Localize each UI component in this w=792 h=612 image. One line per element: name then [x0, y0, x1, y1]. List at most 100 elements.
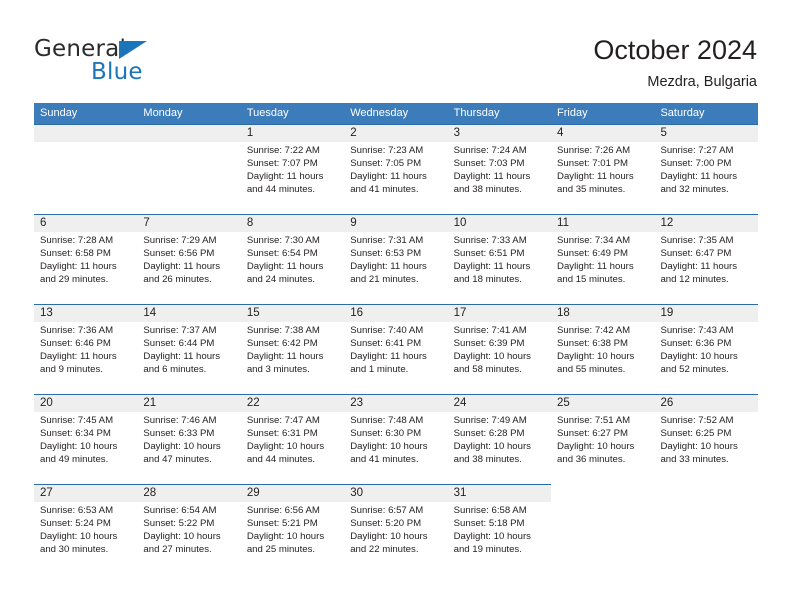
sunset-text: Sunset: 6:51 PM: [453, 247, 525, 259]
calendar-cell-empty: [551, 484, 655, 574]
daylight-text: Daylight: 11 hours and 26 minutes.: [143, 260, 221, 285]
calendar-day-cell[interactable]: 27 Sunrise: 6:53 AM Sunset: 5:24 PM Dayligh…: [34, 484, 138, 574]
sunset-text: Sunset: 6:42 PM: [246, 337, 318, 349]
sunrise-text: Sunrise: 7:24 AM: [453, 145, 527, 156]
sunrise-text: Sunrise: 7:35 AM: [660, 235, 734, 246]
calendar-day-cell[interactable]: 31 Sunrise: 6:58 AM Sunset: 5:18 PM Dayligh…: [447, 484, 552, 574]
daylight-text: Daylight: 10 hours and 25 minutes.: [246, 530, 325, 555]
calendar-week-row: 6 Sunrise: 7:28 AM Sunset: 6:58 PM Daylight…: [34, 214, 758, 304]
calendar-day-cell[interactable]: 26 Sunrise: 7:52 AM Sunset: 6:25 PM Dayligh…: [654, 394, 758, 484]
calendar-day-cell[interactable]: 23 Sunrise: 7:48 AM Sunset: 6:30 PM Dayligh…: [344, 394, 448, 484]
day-number: 4: [551, 125, 655, 142]
sunset-text: Sunset: 6:38 PM: [557, 337, 628, 349]
calendar-day-cell[interactable]: 12 Sunrise: 7:35 AM Sunset: 6:47 PM Dayligh…: [654, 214, 758, 304]
daylight-text: Daylight: 10 hours and 38 minutes.: [453, 440, 531, 465]
sunrise-text: Sunrise: 7:34 AM: [557, 235, 631, 246]
sunset-text: Sunset: 6:30 PM: [350, 427, 422, 439]
daylight-text: Daylight: 11 hours and 44 minutes.: [246, 170, 324, 195]
sunset-text: Sunset: 6:53 PM: [350, 247, 422, 259]
calendar-day-cell[interactable]: 29 Sunrise: 6:56 AM Sunset: 5:21 PM Dayligh…: [240, 484, 345, 574]
sunrise-text: Sunrise: 7:42 AM: [557, 325, 631, 336]
calendar-day-cell[interactable]: 9 Sunrise: 7:31 AM Sunset: 6:53 PM Daylight…: [344, 214, 448, 304]
day-number: 19: [654, 305, 758, 322]
calendar-day-cell[interactable]: 4 Sunrise: 7:26 AM Sunset: 7:01 PM Daylight…: [551, 124, 655, 214]
sunrise-text: Sunrise: 6:56 AM: [246, 505, 320, 516]
day-sun-info: Sunrise: 7:22 AM Sunset: 7:07 PM Daylight:…: [241, 142, 344, 197]
calendar-weeks: 1 Sunrise: 7:22 AM Sunset: 7:07 PM Daylight…: [34, 124, 758, 574]
calendar-day-cell[interactable]: 14 Sunrise: 7:37 AM Sunset: 6:44 PM Dayligh…: [137, 304, 241, 394]
day-number: 31: [447, 485, 552, 502]
calendar-day-cell[interactable]: 8 Sunrise: 7:30 AM Sunset: 6:54 PM Daylight…: [240, 214, 345, 304]
day-sun-info: Sunrise: 7:48 AM Sunset: 6:30 PM Daylight:…: [344, 412, 447, 467]
day-number: 6: [34, 215, 138, 232]
day-sun-info: Sunrise: 7:41 AM Sunset: 6:39 PM Daylight:…: [448, 322, 551, 377]
daylight-text: Daylight: 10 hours and 19 minutes.: [453, 530, 531, 555]
calendar-day-cell[interactable]: 16 Sunrise: 7:40 AM Sunset: 6:41 PM Dayligh…: [344, 304, 448, 394]
weekday-header-wednesday: Wednesday: [350, 107, 409, 119]
weekday-header-monday: Monday: [143, 107, 183, 119]
sunset-text: Sunset: 6:31 PM: [246, 427, 318, 439]
day-sun-info: Sunrise: 7:26 AM Sunset: 7:01 PM Daylight:…: [551, 142, 654, 197]
day-sun-info: Sunrise: 7:46 AM Sunset: 6:33 PM Daylight:…: [137, 412, 240, 467]
calendar-day-cell[interactable]: 30 Sunrise: 6:57 AM Sunset: 5:20 PM Dayligh…: [344, 484, 448, 574]
day-sun-info: Sunrise: 7:52 AM Sunset: 6:25 PM Daylight:…: [654, 412, 757, 467]
sunrise-text: Sunrise: 6:58 AM: [453, 505, 527, 516]
calendar-day-cell[interactable]: 18 Sunrise: 7:42 AM Sunset: 6:38 PM Dayligh…: [551, 304, 655, 394]
calendar-day-cell[interactable]: 19 Sunrise: 7:43 AM Sunset: 6:36 PM Dayligh…: [654, 304, 758, 394]
calendar-day-cell[interactable]: 15 Sunrise: 7:38 AM Sunset: 6:42 PM Dayligh…: [240, 304, 345, 394]
calendar-day-cell[interactable]: 17 Sunrise: 7:41 AM Sunset: 6:39 PM Dayligh…: [447, 304, 552, 394]
calendar-day-cell[interactable]: 20 Sunrise: 7:45 AM Sunset: 6:34 PM Dayligh…: [34, 394, 138, 484]
sunset-text: Sunset: 6:54 PM: [246, 247, 318, 259]
sunset-text: Sunset: 6:36 PM: [660, 337, 732, 349]
sunrise-text: Sunrise: 7:36 AM: [40, 325, 114, 336]
daylight-text: Daylight: 10 hours and 44 minutes.: [246, 440, 325, 465]
day-sun-info: Sunrise: 7:30 AM Sunset: 6:54 PM Daylight:…: [241, 232, 344, 287]
logo-text-blue: Blue: [91, 59, 143, 85]
day-number: 28: [137, 485, 241, 502]
page-title: October 2024: [593, 35, 757, 65]
calendar-day-cell[interactable]: 22 Sunrise: 7:47 AM Sunset: 6:31 PM Dayligh…: [240, 394, 345, 484]
calendar-day-cell[interactable]: 10 Sunrise: 7:33 AM Sunset: 6:51 PM Dayligh…: [447, 214, 552, 304]
day-number: 24: [447, 395, 552, 412]
calendar-page: General Blue October 2024 Mezdra, Bulgar…: [0, 0, 792, 612]
calendar-day-cell[interactable]: 25 Sunrise: 7:51 AM Sunset: 6:27 PM Dayligh…: [551, 394, 655, 484]
calendar-day-cell[interactable]: 2 Sunrise: 7:23 AM Sunset: 7:05 PM Daylight…: [344, 124, 448, 214]
day-number: 2: [344, 125, 448, 142]
calendar-day-cell[interactable]: 1 Sunrise: 7:22 AM Sunset: 7:07 PM Daylight…: [240, 124, 345, 214]
day-sun-info: Sunrise: 6:56 AM Sunset: 5:21 PM Daylight:…: [241, 502, 344, 557]
day-number: 17: [447, 305, 552, 322]
calendar-day-cell[interactable]: 6 Sunrise: 7:28 AM Sunset: 6:58 PM Daylight…: [34, 214, 138, 304]
sunset-text: Sunset: 6:49 PM: [557, 247, 628, 259]
calendar-day-cell[interactable]: 24 Sunrise: 7:49 AM Sunset: 6:28 PM Dayligh…: [447, 394, 552, 484]
day-number: 27: [34, 485, 138, 502]
daylight-text: Daylight: 10 hours and 30 minutes.: [40, 530, 118, 555]
daylight-text: Daylight: 10 hours and 33 minutes.: [660, 440, 738, 465]
sunset-text: Sunset: 5:24 PM: [40, 517, 111, 529]
sunset-text: Sunset: 6:25 PM: [660, 427, 732, 439]
calendar-day-cell[interactable]: 13 Sunrise: 7:36 AM Sunset: 6:46 PM Dayligh…: [34, 304, 138, 394]
daylight-text: Daylight: 11 hours and 24 minutes.: [246, 260, 324, 285]
general-blue-logo[interactable]: General Blue: [34, 36, 234, 86]
calendar-day-cell[interactable]: 11 Sunrise: 7:34 AM Sunset: 6:49 PM Dayligh…: [551, 214, 655, 304]
day-number: 13: [34, 305, 138, 322]
day-sun-info: Sunrise: 6:54 AM Sunset: 5:22 PM Daylight:…: [137, 502, 240, 557]
calendar-day-cell[interactable]: 3 Sunrise: 7:24 AM Sunset: 7:03 PM Daylight…: [447, 124, 552, 214]
sunrise-text: Sunrise: 7:23 AM: [350, 145, 424, 156]
calendar-day-cell[interactable]: 28 Sunrise: 6:54 AM Sunset: 5:22 PM Dayligh…: [137, 484, 241, 574]
calendar-day-cell[interactable]: 21 Sunrise: 7:46 AM Sunset: 6:33 PM Dayligh…: [137, 394, 241, 484]
daylight-text: Daylight: 10 hours and 36 minutes.: [557, 440, 635, 465]
day-number: 14: [137, 305, 241, 322]
day-sun-info: Sunrise: 7:42 AM Sunset: 6:38 PM Daylight:…: [551, 322, 654, 377]
day-number: 1: [240, 125, 345, 142]
sunset-text: Sunset: 6:34 PM: [40, 427, 111, 439]
calendar-day-cell[interactable]: 7 Sunrise: 7:29 AM Sunset: 6:56 PM Daylight…: [137, 214, 241, 304]
weekday-header-friday: Friday: [557, 107, 588, 119]
calendar-cell-empty: [654, 484, 758, 574]
day-number: 26: [654, 395, 758, 412]
day-sun-info: Sunrise: 7:45 AM Sunset: 6:34 PM Daylight:…: [34, 412, 137, 467]
calendar-day-cell[interactable]: 5 Sunrise: 7:27 AM Sunset: 7:00 PM Daylight…: [654, 124, 758, 214]
day-number: 29: [240, 485, 345, 502]
sunrise-text: Sunrise: 7:51 AM: [557, 415, 631, 426]
day-sun-info: Sunrise: 7:24 AM Sunset: 7:03 PM Daylight:…: [448, 142, 551, 197]
day-number: 18: [551, 305, 655, 322]
